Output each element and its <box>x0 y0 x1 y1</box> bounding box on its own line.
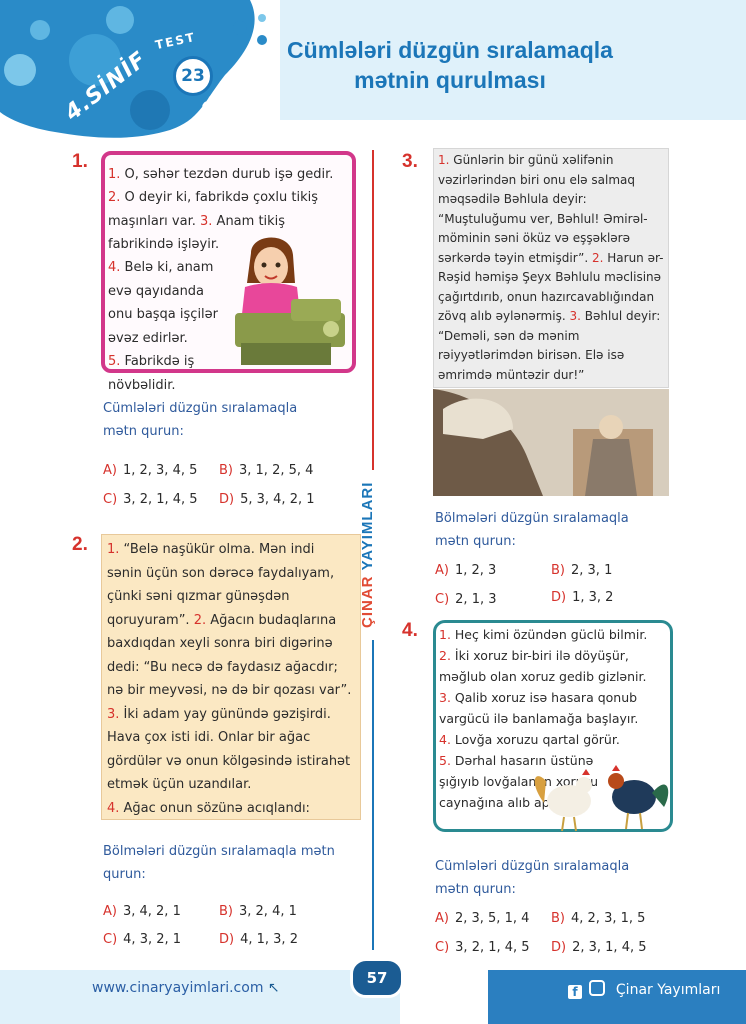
title-line-2: mətnin qurulması <box>354 67 546 93</box>
q4-sentences-1-4: 1. Heç kimi özündən güclü bilmir. 2. İki … <box>439 627 648 747</box>
facebook-icon: f <box>568 985 582 999</box>
instagram-icon <box>589 980 606 996</box>
q2-option-a[interactable]: A) 3, 4, 2, 1 <box>103 904 181 919</box>
q4-roosters-illustration <box>524 763 674 833</box>
q1-prompt: Cümlələri düzgün sıralamaqla mətn qurun: <box>103 401 298 439</box>
spine-brand: ÇINAR YAYIMLARI <box>359 481 376 629</box>
q4-option-c[interactable]: C) 3, 2, 1, 4, 5 <box>435 940 530 955</box>
q4-option-b[interactable]: B) 4, 2, 3, 1, 5 <box>551 911 645 926</box>
q2-number: 2. <box>72 534 88 555</box>
divider-top <box>372 150 374 470</box>
q2-text-box: 1. “Belə naşükür olma. Mən indi sənin üç… <box>101 534 361 820</box>
website-link[interactable]: www.cinaryayimlari.com ↖ <box>92 980 280 996</box>
q1-option-b[interactable]: B) 3, 1, 2, 5, 4 <box>219 463 313 478</box>
q3-prompt: Bölmələri düzgün sıralamaqla mətn qurun: <box>435 511 629 549</box>
q1-number: 1. <box>72 151 88 172</box>
page-number: 57 <box>350 958 404 998</box>
q2-prompt: Bölmələri düzgün sıralamaqla mətn qurun: <box>103 844 335 882</box>
q1-sentence-1: 1. O, səhər tezdən durub işə gedir. <box>108 167 334 182</box>
q4-prompt: Cümlələri düzgün sıralamaqla mətn qurun: <box>435 859 630 897</box>
q3-option-d[interactable]: D) 1, 3, 2 <box>551 590 613 605</box>
q1-option-c[interactable]: C) 3, 2, 1, 4, 5 <box>103 492 198 507</box>
q3-number: 3. <box>402 151 418 172</box>
q3-option-b[interactable]: B) 2, 3, 1 <box>551 563 612 578</box>
footer-left-band <box>0 970 400 1024</box>
q4-number: 4. <box>402 620 418 641</box>
q4-option-d[interactable]: D) 2, 3, 1, 4, 5 <box>551 940 647 955</box>
q2-paragraphs: 1. “Belə naşükür olma. Mən indi sənin üç… <box>107 542 352 816</box>
q4-text-box: 1. Heç kimi özündən güclü bilmir. 2. İki … <box>433 620 673 832</box>
test-number-badge: 23 <box>173 56 213 96</box>
divider-bottom <box>372 640 374 950</box>
q3-illustration <box>433 389 669 496</box>
title-line-1: Cümlələri düzgün sıralamaqla <box>287 37 613 63</box>
q2-option-c[interactable]: C) 4, 3, 2, 1 <box>103 932 181 947</box>
publisher-social[interactable]: f Çinar Yayımları <box>568 980 720 999</box>
page-title: Cümlələri düzgün sıralamaqla mətnin quru… <box>240 35 660 95</box>
q2-option-b[interactable]: B) 3, 2, 4, 1 <box>219 904 297 919</box>
q4-option-a[interactable]: A) 2, 3, 5, 1, 4 <box>435 911 529 926</box>
q1-text-box: 1. O, səhər tezdən durub işə gedir. 2. O… <box>101 151 356 393</box>
q2-option-d[interactable]: D) 4, 1, 3, 2 <box>219 932 298 947</box>
q1-sewing-illustration <box>231 233 353 369</box>
q3-paragraphs: 1. Günlərin bir günü xəlifənin vəzirləri… <box>438 153 664 382</box>
q3-option-c[interactable]: C) 2, 1, 3 <box>435 592 497 607</box>
q1-option-d[interactable]: D) 5, 3, 4, 2, 1 <box>219 492 315 507</box>
q3-option-a[interactable]: A) 1, 2, 3 <box>435 563 496 578</box>
cursor-arrow-icon: ↖ <box>267 980 280 996</box>
q1-option-a[interactable]: A) 1, 2, 3, 4, 5 <box>103 463 197 478</box>
q3-text-box: 1. Günlərin bir günü xəlifənin vəzirləri… <box>433 148 669 388</box>
q1-sentences-4-5: 4. Belə ki, anam evə qayıdanda onu başqa… <box>108 260 219 393</box>
